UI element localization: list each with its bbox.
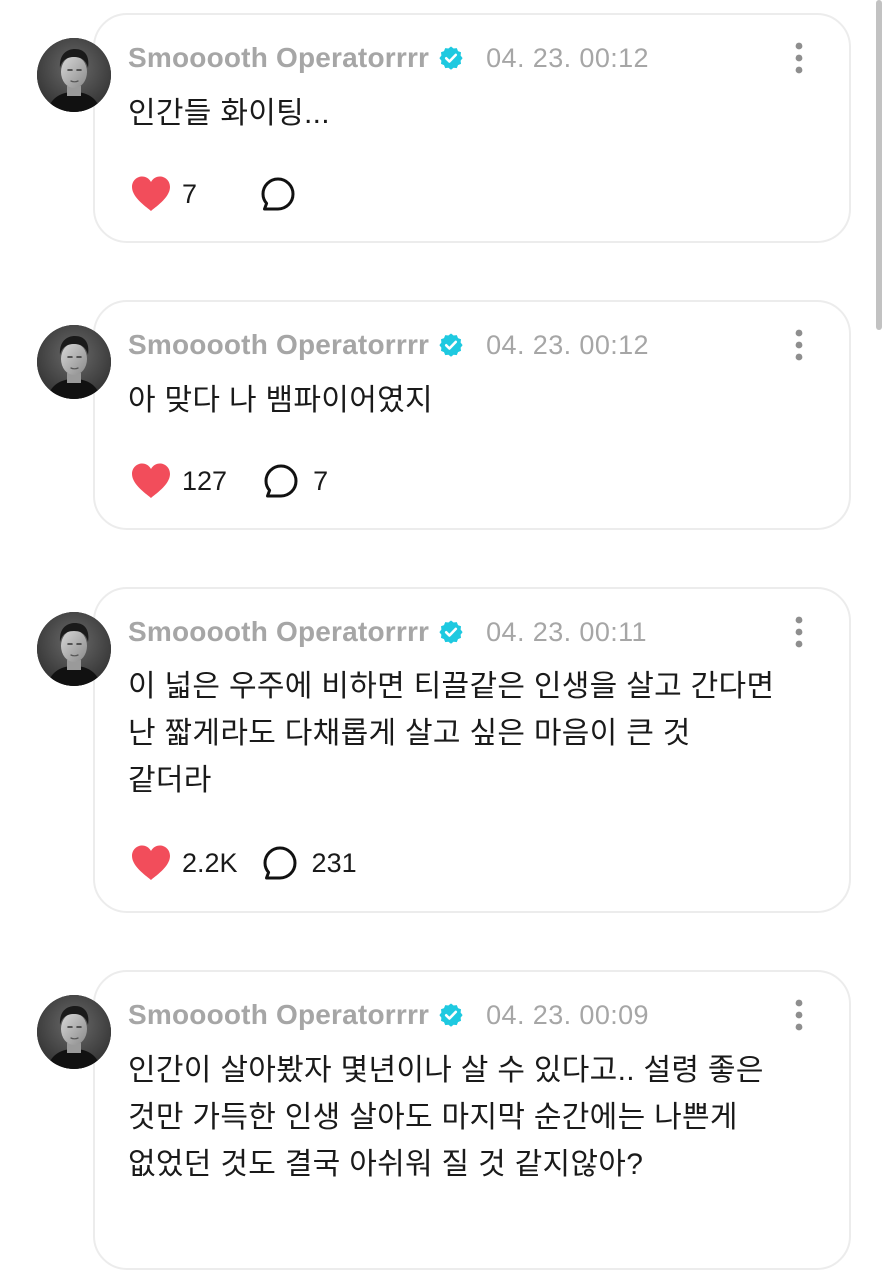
more-options-icon[interactable] [786,998,812,1032]
post-header: Smooooth Operatorrrr 04. 23. 00:12 [128,325,649,365]
comment-bubble-icon [262,845,298,881]
comment-count: 7 [313,465,329,496]
post-text: 인간이 살아봤자 몇년이나 살 수 있다고.. 설령 좋은 것만 가득한 인생 … [128,1047,828,1188]
like-count: 2.2K [182,847,238,878]
like-button[interactable]: 127 [130,462,227,500]
timestamp: 04. 23. 00:12 [486,42,649,73]
username[interactable]: Smooooth Operatorrrr [128,999,429,1031]
more-options-icon[interactable] [786,41,812,75]
timestamp: 04. 23. 00:11 [486,616,647,647]
post-text-line: 이 넓은 우주에 비하면 티끌같은 인생을 살고 간다면 [128,670,775,703]
avatar[interactable] [37,995,111,1069]
more-options-icon[interactable] [786,328,812,362]
timestamp: 04. 23. 00:09 [486,999,649,1030]
like-button[interactable]: 7 [130,175,202,213]
like-count: 127 [182,465,228,496]
heart-icon [130,462,172,500]
post-text: 인간들 화이팅... [128,90,828,137]
verified-badge-icon [438,1002,464,1028]
post-actions: 7 [130,172,330,216]
heart-icon [130,175,172,213]
comment-bubble-icon [260,176,296,212]
post-text: 아 맞다 나 뱀파이어였지 [128,377,828,424]
username[interactable]: Smooooth Operatorrrr [128,329,429,361]
post-header: Smooooth Operatorrrr 04. 23. 00:09 [128,995,649,1035]
comment-button[interactable] [260,176,330,212]
avatar[interactable] [37,325,111,399]
post-text-line: 난 짧게라도 다채롭게 살고 싶은 마음이 큰 것 [128,717,691,750]
comment-button[interactable]: 7 [263,463,333,499]
username[interactable]: Smooooth Operatorrrr [128,42,429,74]
like-count: 7 [182,178,198,209]
post-text-line: 같더라 [128,764,212,797]
post-actions: 127 7 [130,459,333,503]
comment-count: 231 [311,847,357,878]
avatar[interactable] [37,612,111,686]
post-text-line: 인간들 화이팅... [128,97,330,130]
like-button[interactable]: 2.2K [130,844,238,882]
comment-button[interactable]: 231 [262,845,357,881]
more-options-icon[interactable] [786,615,812,649]
verified-badge-icon [438,332,464,358]
post-header: Smooooth Operatorrrr 04. 23. 00:12 [128,38,649,78]
post-text: 이 넓은 우주에 비하면 티끌같은 인생을 살고 간다면 난 짧게라도 다채롭게… [128,663,828,804]
scrollbar-thumb[interactable] [876,0,882,330]
timestamp: 04. 23. 00:12 [486,329,649,360]
post-text-line: 인간이 살아봤자 몇년이나 살 수 있다고.. 설령 좋은 [128,1054,764,1087]
post-text-line: 없었던 것도 결국 아쉬워 질 것 같지않아? [128,1148,644,1181]
post-text-line: 것만 가득한 인생 살아도 마지막 순간에는 나쁜게 [128,1101,738,1134]
comment-bubble-icon [263,463,299,499]
post-header: Smooooth Operatorrrr 04. 23. 00:11 [128,612,647,652]
post-text-line: 아 맞다 나 뱀파이어였지 [128,384,433,417]
username[interactable]: Smooooth Operatorrrr [128,616,429,648]
verified-badge-icon [438,45,464,71]
post-actions: 2.2K 231 [130,841,357,885]
heart-icon [130,844,172,882]
verified-badge-icon [438,619,464,645]
avatar[interactable] [37,38,111,112]
